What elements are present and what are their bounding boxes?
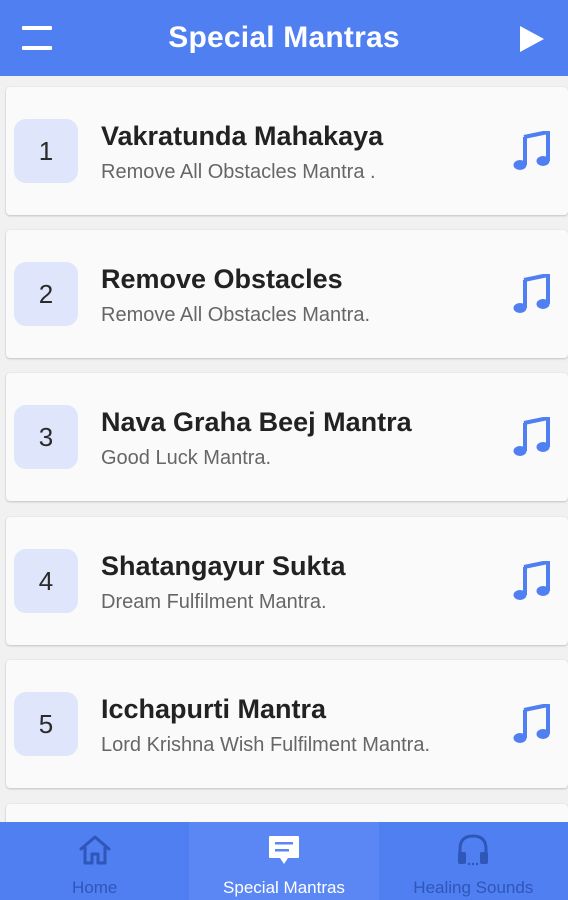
item-number: 5: [14, 692, 78, 756]
item-subtitle: Remove All Obstacles Mantra.: [101, 304, 370, 326]
item-title: Icchapurti Mantra: [101, 694, 327, 724]
item-number: 4: [14, 549, 78, 613]
list-item[interactable]: 5 Icchapurti Mantra Lord Krishna Wish Fu…: [6, 660, 568, 788]
music-note-icon[interactable]: [512, 131, 552, 171]
nav-label: Healing Sounds: [413, 878, 534, 897]
nav-healing-sounds[interactable]: Healing Sounds: [379, 822, 568, 900]
list-item[interactable]: 4 Shatangayur Sukta Dream Fulfilment Man…: [6, 517, 568, 645]
item-number: 2: [14, 262, 78, 326]
nav-label: Special Mantras: [223, 878, 345, 897]
music-note-icon[interactable]: [512, 417, 552, 457]
bottom-nav: Home Special Mantras Healing Sounds: [0, 822, 568, 900]
page-title: Special Mantras: [168, 21, 400, 54]
list-item[interactable]: 3 Nava Graha Beej Mantra Good Luck Mantr…: [6, 373, 568, 501]
item-title: Vakratunda Mahakaya: [101, 121, 384, 151]
list-item[interactable]: 1 Vakratunda Mahakaya Remove All Obstacl…: [6, 87, 568, 215]
item-number: 3: [14, 405, 78, 469]
item-title: Shatangayur Sukta: [101, 551, 346, 581]
message-icon: [268, 836, 299, 864]
mantra-list: 1 Vakratunda Mahakaya Remove All Obstacl…: [0, 76, 568, 822]
item-subtitle: Lord Krishna Wish Fulfilment Mantra.: [101, 734, 431, 756]
item-subtitle: Dream Fulfilment Mantra.: [101, 591, 327, 613]
music-note-icon[interactable]: [512, 274, 552, 314]
music-note-icon[interactable]: [512, 704, 552, 744]
music-note-icon[interactable]: [512, 561, 552, 601]
list-item[interactable]: 2 Remove Obstacles Remove All Obstacles …: [6, 230, 568, 358]
headphones-icon: [458, 834, 489, 866]
menu-icon[interactable]: [22, 26, 52, 50]
item-subtitle: Remove All Obstacles Mantra .: [101, 161, 376, 183]
app-bar: Special Mantras: [0, 0, 568, 76]
home-icon: [79, 835, 111, 865]
nav-label: Home: [71, 878, 118, 897]
item-number: 1: [14, 119, 78, 183]
item-subtitle: Good Luck Mantra.: [101, 447, 272, 469]
item-title: Remove Obstacles: [101, 264, 343, 294]
nav-special-mantras[interactable]: Special Mantras: [189, 822, 379, 900]
list-item-partial[interactable]: [6, 804, 568, 822]
play-icon[interactable]: [518, 24, 546, 54]
nav-home[interactable]: Home: [0, 822, 189, 900]
item-title: Nava Graha Beej Mantra: [101, 407, 412, 437]
